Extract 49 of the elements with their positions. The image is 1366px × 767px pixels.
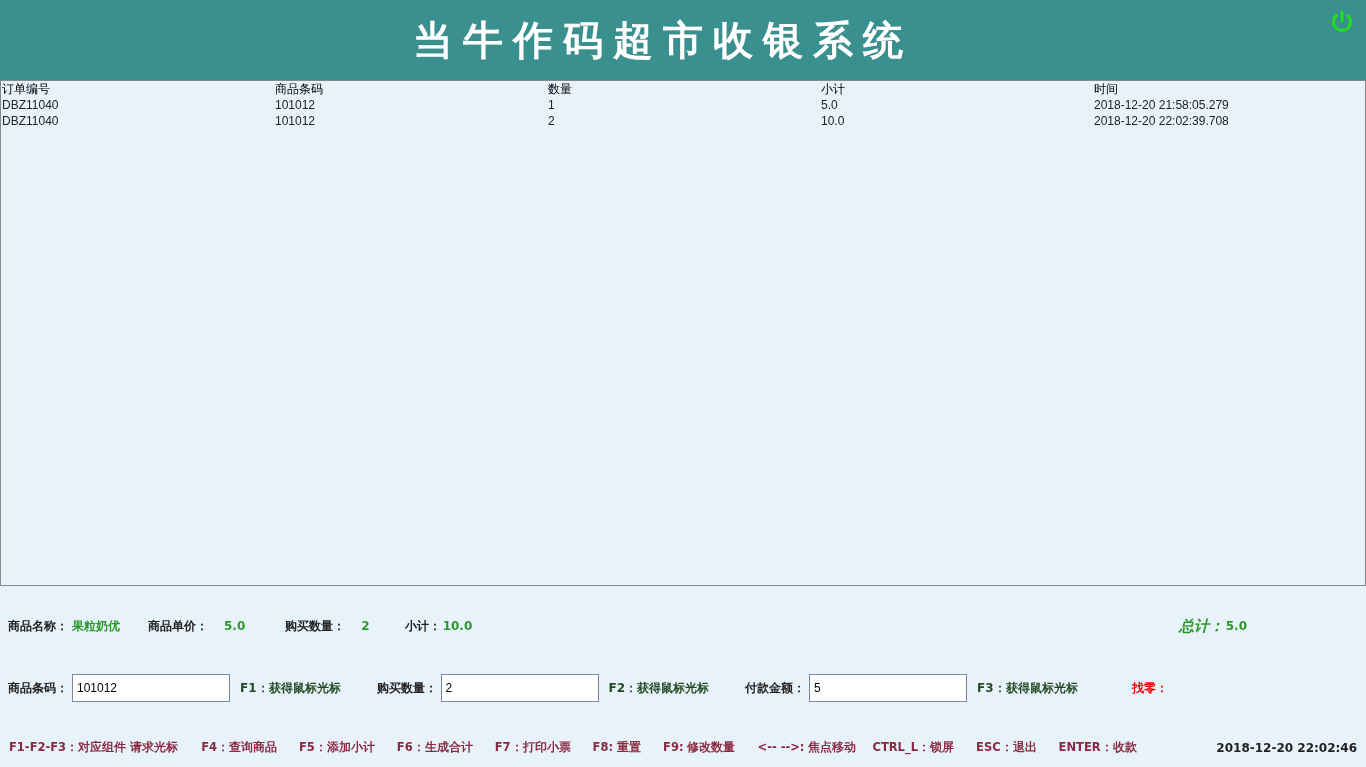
column-header: 时间	[1093, 81, 1119, 97]
info-value: 果粒奶优	[72, 617, 120, 635]
table-cell-text: 2018-12-20 21:58:05.279	[1093, 97, 1230, 113]
clock: 2018-12-20 22:02:46	[1216, 740, 1357, 755]
field-label: 付款金额：	[745, 679, 806, 697]
column-header: 小计	[820, 81, 846, 97]
shortcut-hint: F4：查询商品	[201, 740, 277, 755]
table-cell-text: 1	[547, 97, 556, 113]
column-header: 订单编号	[1, 81, 51, 97]
field-hint: F1：获得鼠标光标	[240, 679, 341, 697]
field-hint: F2：获得鼠标光标	[608, 679, 710, 697]
table-cell-text: 101012	[274, 113, 317, 129]
info-label: 购买数量：	[285, 617, 346, 635]
input-field[interactable]: 2	[440, 674, 599, 702]
shortcut-hint: F9: 修改数量	[663, 740, 736, 755]
info-value: 2	[361, 619, 370, 633]
table-cell-text: 5.0	[820, 97, 839, 113]
field-label: 商品条码：	[8, 679, 68, 697]
shortcut-hint: <-- -->: 焦点移动	[757, 740, 857, 755]
shortcut-hint: F1-F2-F3：对应组件 请求光标	[9, 740, 179, 755]
field-label: 购买数量：	[376, 679, 437, 697]
column-header: 商品条码	[274, 81, 324, 97]
field-hint: F3：获得鼠标光标	[977, 679, 1078, 697]
total-label: 总计：	[1178, 616, 1224, 636]
power-icon[interactable]	[1330, 10, 1354, 34]
table-cell-text: 10.0	[820, 113, 846, 129]
table-cell-text: 2018-12-20 22:02:39.708	[1093, 113, 1230, 129]
info-value: 5.0	[224, 619, 246, 633]
table-cell-text: 101012	[274, 97, 317, 113]
info-label: 小计：	[404, 617, 441, 635]
shortcut-hint: F8: 重置	[592, 740, 642, 755]
table-cell-text: DBZ11040	[1, 97, 60, 113]
table-cell-text: DBZ11040	[1, 113, 60, 129]
shortcut-hint: ESC：退出	[976, 740, 1037, 755]
input-field[interactable]: 5	[809, 674, 968, 702]
info-label: 商品单价：	[148, 617, 208, 635]
shortcut-hint: F6：生成合计	[396, 740, 473, 755]
shortcut-hint: F7：打印小票	[494, 740, 571, 755]
shortcut-hint: CTRL_L：锁屏	[872, 740, 955, 755]
table-cell-text: 2	[547, 113, 556, 129]
input-field[interactable]: 101012	[72, 674, 230, 702]
change-label: 找零：	[1131, 679, 1168, 697]
info-label: 商品名称：	[8, 617, 68, 635]
column-header: 数量	[547, 81, 573, 97]
shortcut-hint: ENTER：收款	[1058, 740, 1137, 755]
info-value: 10.0	[442, 619, 473, 633]
shortcut-hint: F5：添加小计	[299, 740, 375, 755]
app-title: 当牛作码超市收银系统	[413, 14, 913, 65]
total-value: 5.0	[1225, 619, 1247, 633]
